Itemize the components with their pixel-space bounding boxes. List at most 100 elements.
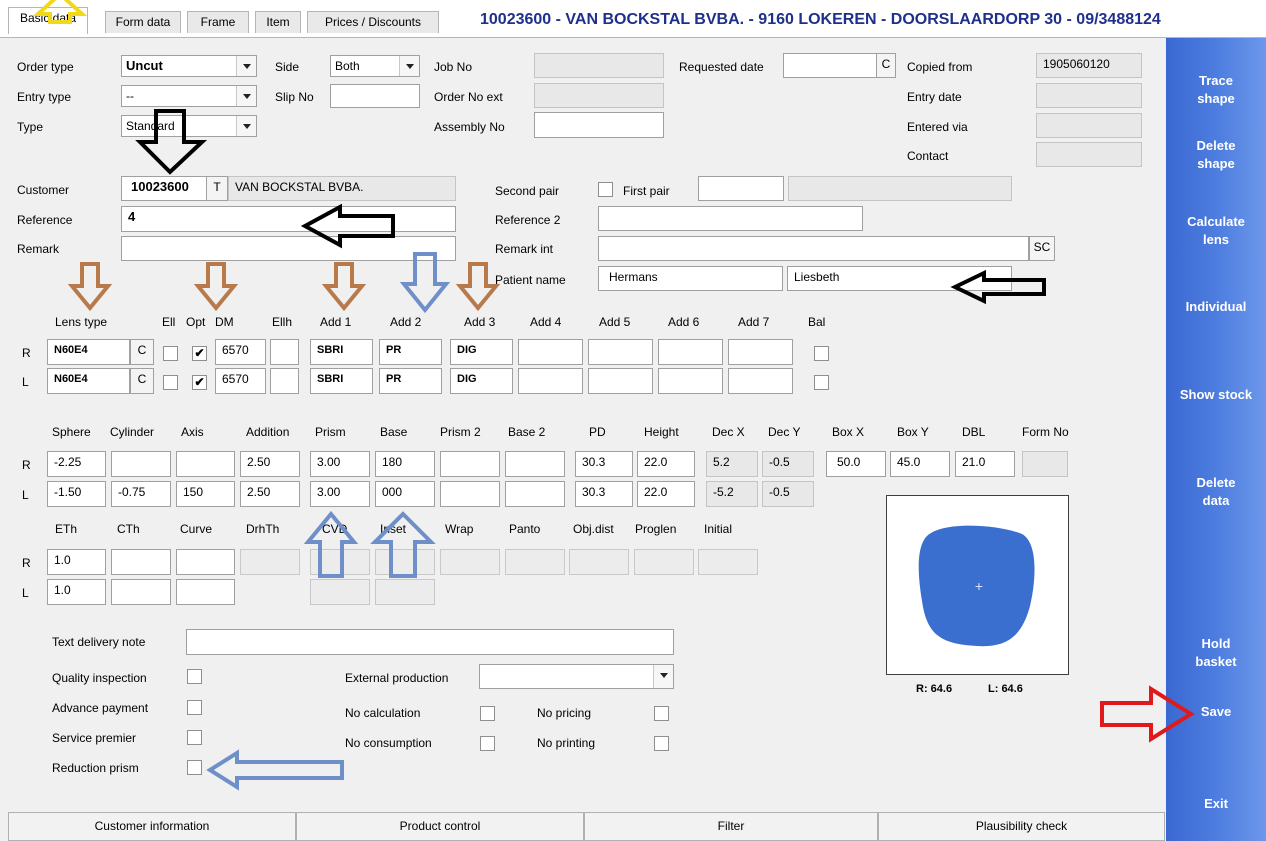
text-delivery-note-input[interactable] — [186, 629, 674, 655]
tab-product-control[interactable]: Product control — [296, 812, 584, 841]
first-pair-checkbox[interactable] — [598, 182, 613, 197]
lens-type-input-l[interactable]: N60E4 — [47, 368, 130, 394]
side-select[interactable]: Both — [330, 55, 420, 77]
box-y-input-r[interactable]: 45.0 — [890, 451, 950, 477]
no-calculation-checkbox[interactable] — [480, 706, 495, 721]
tab-prices-discounts[interactable]: Prices / Discounts — [307, 11, 439, 33]
lens-type-input-r[interactable]: N60E4 — [47, 339, 130, 365]
addition-input-l[interactable]: 2.50 — [240, 481, 300, 507]
opt-checkbox-r[interactable]: ✔ — [192, 346, 207, 361]
exit-button[interactable]: Exit — [1166, 795, 1266, 813]
show-stock-button[interactable]: Show stock — [1166, 386, 1266, 404]
bal-checkbox-l[interactable] — [814, 375, 829, 390]
add7-input-l[interactable] — [728, 368, 793, 394]
add6-input-l[interactable] — [658, 368, 723, 394]
entry-type-select[interactable]: -- — [121, 85, 257, 107]
add2-input-l[interactable]: PR — [379, 368, 442, 394]
remark-int-sc-button[interactable]: SC — [1029, 236, 1055, 261]
ell-checkbox-r[interactable] — [163, 346, 178, 361]
tab-filter[interactable]: Filter — [584, 812, 878, 841]
lens-type-c-button-l[interactable]: C — [130, 368, 154, 394]
assembly-no-input[interactable] — [534, 112, 664, 138]
add7-input-r[interactable] — [728, 339, 793, 365]
cylinder-input-r[interactable] — [111, 451, 171, 477]
eth-input-r[interactable]: 1.0 — [47, 549, 106, 575]
advance-payment-checkbox[interactable] — [187, 700, 202, 715]
opt-checkbox-l[interactable]: ✔ — [192, 375, 207, 390]
external-production-select[interactable] — [479, 664, 674, 689]
cth-input-r[interactable] — [111, 549, 171, 575]
delete-shape-button[interactable]: Delete shape — [1166, 137, 1266, 173]
cth-input-l[interactable] — [111, 579, 171, 605]
base2-input-r[interactable] — [505, 451, 565, 477]
no-consumption-checkbox[interactable] — [480, 736, 495, 751]
slip-no-input[interactable] — [330, 84, 420, 108]
tab-plausibility-check[interactable]: Plausibility check — [878, 812, 1165, 841]
sphere-input-r[interactable]: -2.25 — [47, 451, 106, 477]
customer-lookup-button[interactable]: T — [206, 176, 228, 201]
prism-input-l[interactable]: 3.00 — [310, 481, 370, 507]
first-pair-input[interactable] — [698, 176, 784, 201]
pd-input-r[interactable]: 30.3 — [575, 451, 633, 477]
reference2-input[interactable] — [598, 206, 863, 231]
trace-shape-button[interactable]: Trace shape — [1166, 72, 1266, 108]
dm-input-r[interactable]: 6570 — [215, 339, 266, 365]
tab-item[interactable]: Item — [255, 11, 301, 33]
reference-input[interactable]: 4 — [121, 206, 456, 232]
height-input-r[interactable]: 22.0 — [637, 451, 695, 477]
pd-input-l[interactable]: 30.3 — [575, 481, 633, 507]
base-input-l[interactable]: 000 — [375, 481, 435, 507]
dm-input-l[interactable]: 6570 — [215, 368, 266, 394]
add5-input-l[interactable] — [588, 368, 653, 394]
eth-input-l[interactable]: 1.0 — [47, 579, 106, 605]
requested-date-calendar-button[interactable]: C — [876, 53, 896, 78]
prism2-input-r[interactable] — [440, 451, 500, 477]
add4-input-l[interactable] — [518, 368, 583, 394]
add1-input-l[interactable]: SBRI — [310, 368, 373, 394]
no-pricing-checkbox[interactable] — [654, 706, 669, 721]
requested-date-input[interactable] — [783, 53, 877, 78]
add3-input-l[interactable]: DIG — [450, 368, 513, 394]
curve-input-r[interactable] — [176, 549, 235, 575]
prism-input-r[interactable]: 3.00 — [310, 451, 370, 477]
reduction-prism-checkbox[interactable] — [187, 760, 202, 775]
lens-row-side-r: R — [22, 346, 31, 360]
ell-checkbox-l[interactable] — [163, 375, 178, 390]
add1-input-r[interactable]: SBRI — [310, 339, 373, 365]
order-type-select[interactable]: Uncut — [121, 55, 257, 77]
service-premier-checkbox[interactable] — [187, 730, 202, 745]
bal-checkbox-r[interactable] — [814, 346, 829, 361]
individual-button[interactable]: Individual — [1166, 298, 1266, 316]
base2-input-l[interactable] — [505, 481, 565, 507]
calculate-lens-button[interactable]: Calculate lens — [1166, 213, 1266, 249]
dbl-input-r[interactable]: 21.0 — [955, 451, 1015, 477]
ellh-input-l[interactable] — [270, 368, 299, 394]
lens-type-c-button-r[interactable]: C — [130, 339, 154, 365]
quality-inspection-checkbox[interactable] — [187, 669, 202, 684]
patient-last-name-input[interactable]: Hermans — [598, 266, 783, 291]
sphere-input-l[interactable]: -1.50 — [47, 481, 106, 507]
add6-input-r[interactable] — [658, 339, 723, 365]
base-input-r[interactable]: 180 — [375, 451, 435, 477]
box-x-input-r[interactable]: 50.0 — [826, 451, 886, 477]
remark-int-input[interactable] — [598, 236, 1029, 261]
axis-input-l[interactable]: 150 — [176, 481, 235, 507]
add3-input-r[interactable]: DIG — [450, 339, 513, 365]
axis-input-r[interactable] — [176, 451, 235, 477]
tab-frame[interactable]: Frame — [187, 11, 249, 33]
no-printing-checkbox[interactable] — [654, 736, 669, 751]
add2-input-r[interactable]: PR — [379, 339, 442, 365]
add5-input-r[interactable] — [588, 339, 653, 365]
tab-form-data[interactable]: Form data — [105, 11, 181, 33]
prism2-input-l[interactable] — [440, 481, 500, 507]
delete-data-button[interactable]: Delete data — [1166, 474, 1266, 510]
hold-basket-button[interactable]: Hold basket — [1166, 635, 1266, 671]
add4-input-r[interactable] — [518, 339, 583, 365]
height-input-l[interactable]: 22.0 — [637, 481, 695, 507]
addition-input-r[interactable]: 2.50 — [240, 451, 300, 477]
ellh-input-r[interactable] — [270, 339, 299, 365]
customer-number-input[interactable]: 10023600 — [121, 176, 207, 201]
curve-input-l[interactable] — [176, 579, 235, 605]
tab-customer-information[interactable]: Customer information — [8, 812, 296, 841]
cylinder-input-l[interactable]: -0.75 — [111, 481, 171, 507]
